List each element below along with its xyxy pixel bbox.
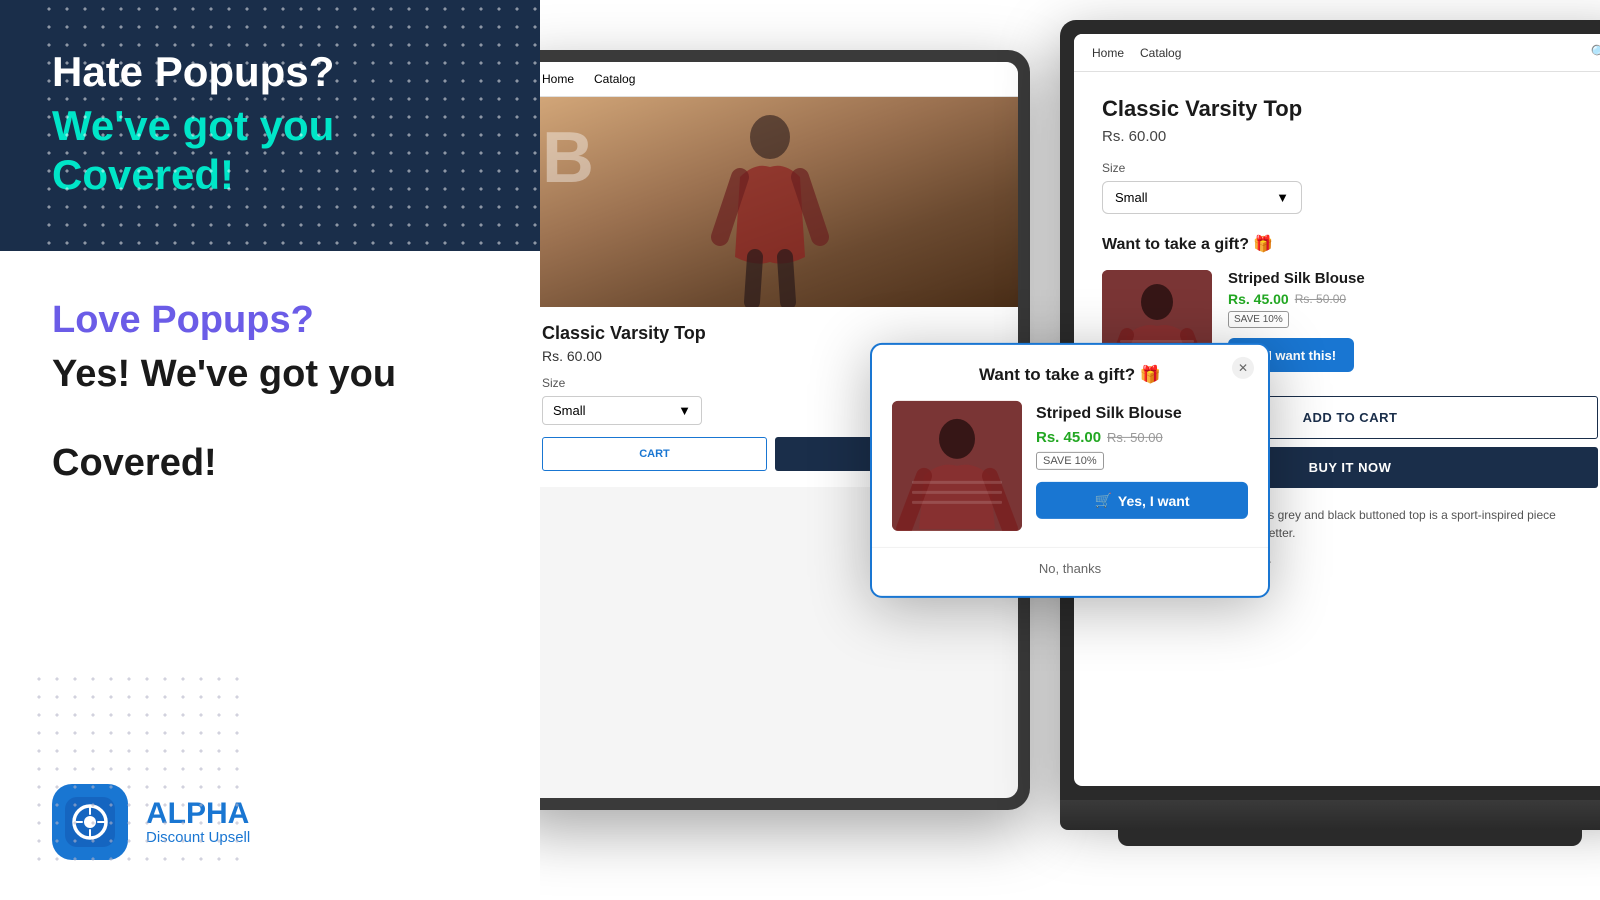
laptop-nav-home: Home bbox=[1092, 46, 1124, 60]
tablet-size-select[interactable]: Small ▼ bbox=[542, 396, 702, 425]
popup-close-button[interactable]: ✕ bbox=[1232, 357, 1254, 379]
laptop-nav-links: Home Catalog bbox=[1092, 46, 1181, 60]
brand-name: ALPHA bbox=[146, 799, 250, 829]
popup-no-thanks-link[interactable]: No, thanks bbox=[1039, 561, 1101, 576]
got-you-covered-line2: Covered! bbox=[52, 151, 488, 199]
laptop-size-label: Size bbox=[1102, 161, 1598, 175]
popup-product-image bbox=[892, 401, 1022, 531]
upsell-details: Striped Silk Blouse Rs. 45.00 Rs. 50.00 … bbox=[1228, 270, 1598, 372]
top-banner: Hate Popups? We've got you Covered! bbox=[0, 0, 540, 251]
popup-yes-button[interactable]: 🛒 Yes, I want bbox=[1036, 482, 1248, 519]
laptop-nav-catalog: Catalog bbox=[1140, 46, 1181, 60]
popup-modal: ✕ Want to take a gift? 🎁 Striped Silk Bl… bbox=[870, 343, 1270, 598]
yes-covered-line2: Covered! bbox=[52, 441, 488, 487]
love-popups-text: Love Popups? bbox=[52, 299, 488, 342]
cart-icon: 🛒 bbox=[1094, 492, 1111, 509]
popup-product: Striped Silk Blouse Rs. 45.00 Rs. 50.00 … bbox=[872, 401, 1268, 547]
left-panel: Hate Popups? We've got you Covered! Love… bbox=[0, 0, 540, 900]
popup-header: ✕ Want to take a gift? 🎁 bbox=[872, 345, 1268, 385]
popup-product-name: Striped Silk Blouse bbox=[1036, 405, 1248, 423]
laptop-upsell-title: Want to take a gift? 🎁 bbox=[1102, 234, 1598, 254]
tablet-nav-home: Home bbox=[542, 72, 574, 86]
upsell-original-price: Rs. 50.00 bbox=[1295, 292, 1346, 306]
letter-b: B bbox=[542, 117, 594, 199]
right-panel: Home Catalog B Classic Varsity Top Rs. bbox=[540, 0, 1600, 900]
popup-product-original-price: Rs. 50.00 bbox=[1107, 430, 1163, 445]
brand-logo bbox=[52, 784, 128, 860]
laptop-product-title: Classic Varsity Top bbox=[1102, 96, 1598, 122]
laptop-nav: Home Catalog 🔍 bbox=[1074, 34, 1600, 72]
person-silhouette bbox=[710, 107, 830, 307]
brand-subtitle: Discount Upsell bbox=[146, 829, 250, 846]
alpha-logo-icon bbox=[65, 797, 115, 847]
popup-product-price: Rs. 45.00 bbox=[1036, 429, 1101, 446]
brand-section: ALPHA Discount Upsell bbox=[52, 784, 488, 860]
bottom-section: Love Popups? Yes! We've got you Covered!… bbox=[0, 251, 540, 900]
brand-text: ALPHA Discount Upsell bbox=[146, 799, 250, 846]
laptop-product-price: Rs. 60.00 bbox=[1102, 128, 1598, 145]
laptop-bottom bbox=[1118, 830, 1582, 846]
popup-save-badge: SAVE 10% bbox=[1036, 452, 1104, 470]
tablet-nav: Home Catalog bbox=[540, 62, 1018, 97]
laptop-size-select[interactable]: Small ▼ bbox=[1102, 181, 1302, 214]
tablet-product-image: B bbox=[540, 97, 1018, 307]
popup-footer: No, thanks bbox=[872, 547, 1268, 596]
tablet-add-to-cart-button[interactable]: CART bbox=[542, 437, 767, 471]
yes-covered-line1: Yes! We've got you bbox=[52, 352, 488, 398]
got-you-covered-line1: We've got you bbox=[52, 102, 488, 150]
popup-product-details: Striped Silk Blouse Rs. 45.00 Rs. 50.00 … bbox=[1036, 401, 1248, 519]
laptop-search-icon[interactable]: 🔍 bbox=[1591, 44, 1600, 61]
upsell-product-name: Striped Silk Blouse bbox=[1228, 270, 1598, 287]
tablet-product-name: Classic Varsity Top bbox=[542, 323, 998, 344]
tablet-nav-catalog: Catalog bbox=[594, 72, 635, 86]
popup-product-svg bbox=[892, 401, 1022, 531]
hate-popups-text: Hate Popups? bbox=[52, 48, 488, 96]
upsell-badge: SAVE 10% bbox=[1228, 311, 1289, 328]
laptop-base bbox=[1060, 800, 1600, 830]
popup-title: Want to take a gift? 🎁 bbox=[892, 365, 1248, 385]
upsell-price: Rs. 45.00 bbox=[1228, 291, 1289, 307]
